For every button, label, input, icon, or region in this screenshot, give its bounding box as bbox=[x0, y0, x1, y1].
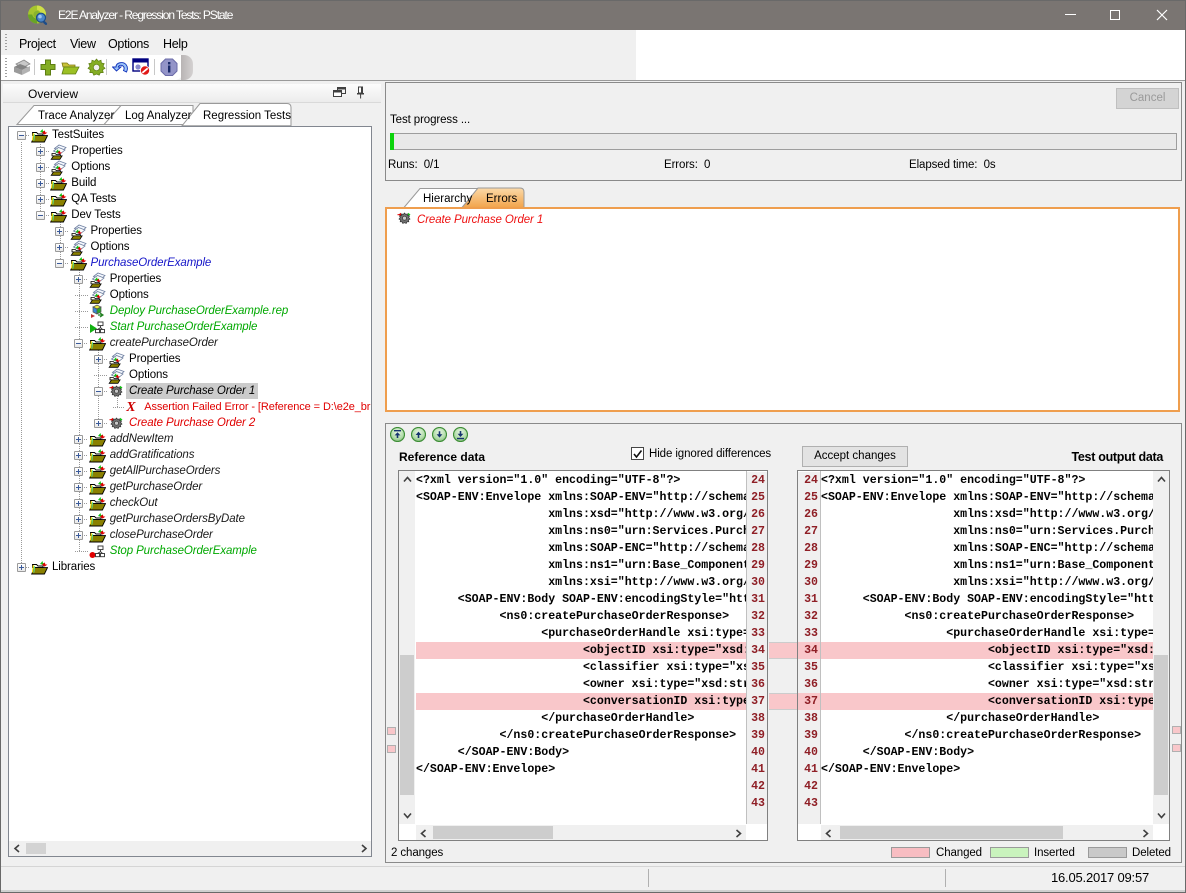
svg-text:Hierarchy: Hierarchy bbox=[423, 193, 472, 205]
svg-text:Regression Tests: Regression Tests bbox=[203, 110, 291, 122]
svg-text:Errors: Errors bbox=[486, 193, 518, 205]
svg-text:Log Analyzer: Log Analyzer bbox=[125, 110, 192, 122]
svg-text:Trace Analyzer: Trace Analyzer bbox=[38, 110, 114, 122]
